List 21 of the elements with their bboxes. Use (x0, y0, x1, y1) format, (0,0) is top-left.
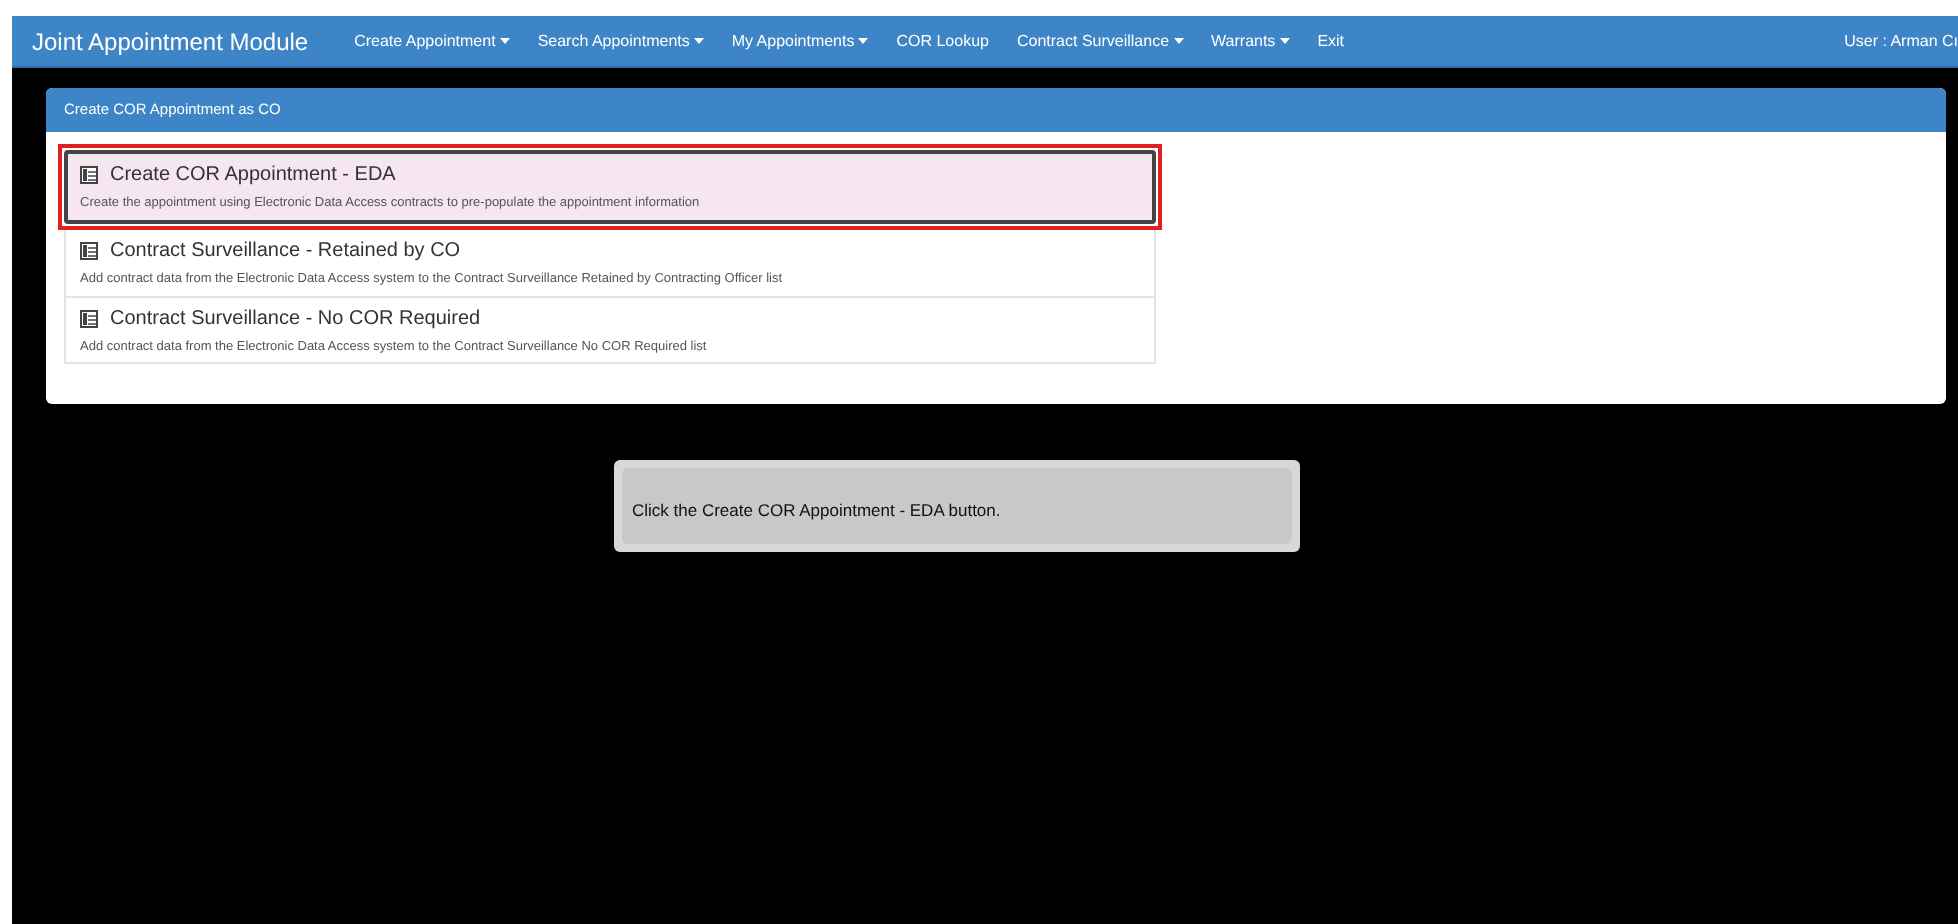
table-icon (80, 166, 98, 184)
option-title: Contract Surveillance - No COR Required (110, 305, 481, 333)
nav-menu[interactable]: Exit (1303, 29, 1359, 53)
caret-icon (1173, 38, 1184, 44)
nav-menu[interactable]: COR Lookup (882, 29, 1003, 53)
caret-icon (858, 38, 869, 44)
option-title: Contract Surveillance - Retained by CO (110, 237, 461, 266)
option-title: Create COR Appointment - EDA (110, 162, 396, 190)
nav-menu[interactable]: Search Appointments (523, 29, 718, 53)
table-icon (80, 241, 98, 260)
nav-menu[interactable]: Contract Surveillance (1002, 29, 1198, 53)
table-icon (80, 309, 98, 327)
caret-icon (499, 38, 510, 44)
tooltip-text: Click the Create COR Appointment - EDA button. (632, 500, 1001, 520)
nav-menu[interactable]: Create Appointment (340, 29, 524, 53)
nav-menu[interactable]: Warrants (1197, 29, 1304, 53)
caret-icon (693, 38, 704, 44)
caret-icon (1279, 38, 1290, 44)
user-name: User : Arman Cı (1844, 29, 1958, 53)
app-title[interactable]: Joint Appointment Module (32, 23, 309, 59)
nav-menu[interactable]: My Appointments (717, 29, 883, 53)
